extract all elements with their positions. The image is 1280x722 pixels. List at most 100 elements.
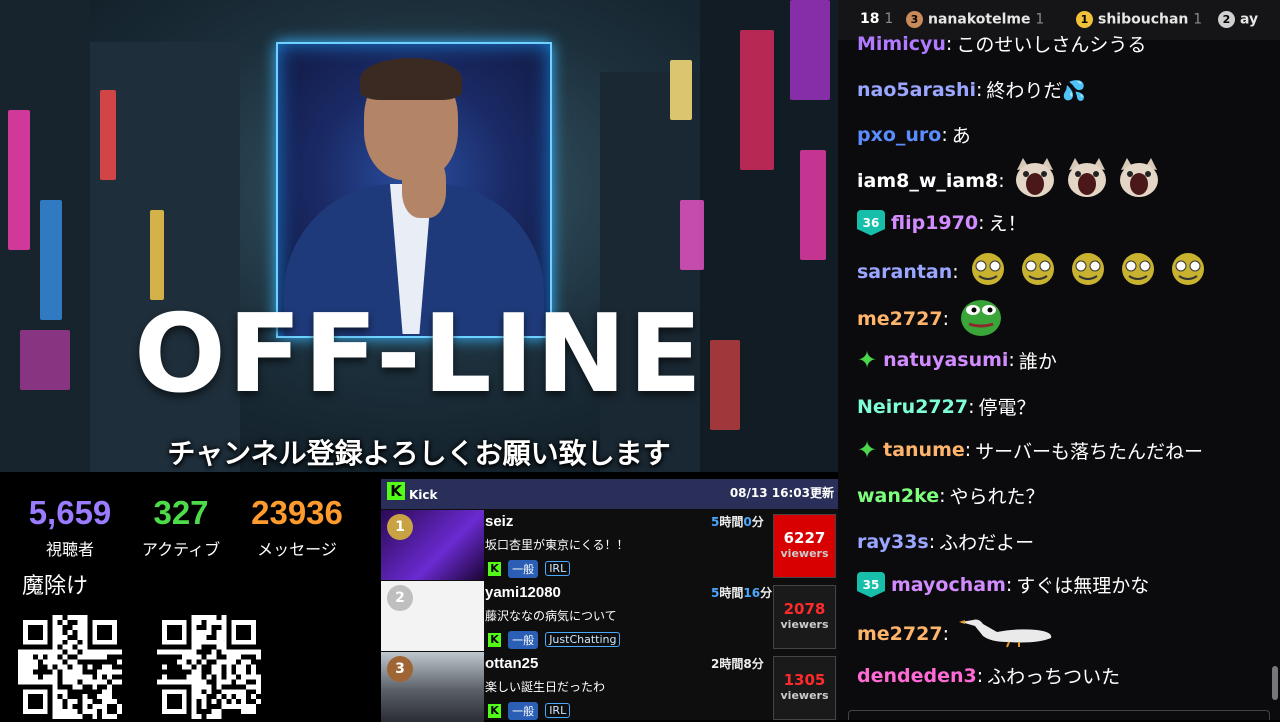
- stat-active: 327 アクティブ: [116, 494, 246, 560]
- chat-username[interactable]: nao5arashi: [857, 79, 976, 101]
- chat-username[interactable]: iam8_w_iam8: [857, 170, 998, 192]
- qr-code-2[interactable]: [157, 615, 261, 719]
- top-gifter-item[interactable]: 1 shibouchan 1: [1076, 11, 1202, 28]
- chat-username[interactable]: flip1970: [891, 212, 978, 234]
- chat-text: やられた？: [949, 486, 1045, 508]
- chat-message: Neiru2727: 停電？: [857, 393, 1036, 420]
- chat-text: すぐは無理かな: [1016, 575, 1150, 597]
- offline-text: OFF-LINE: [133, 292, 705, 417]
- subscriber-badge-icon: 35: [857, 571, 885, 598]
- chat-message: me2727:: [857, 614, 1057, 653]
- chat-text: 停電？: [978, 397, 1036, 419]
- top-gifter-item[interactable]: 2 ay: [1218, 11, 1258, 28]
- stat-active-value: 327: [153, 494, 209, 531]
- kick-small-logo-icon: K: [488, 703, 501, 718]
- offline-banner: OFF-LINE チャンネル登録よろしくお願い致します: [0, 0, 838, 472]
- kick-header: K Kick 08/13 16:03更新: [381, 479, 838, 509]
- cat-emote-icon: [1065, 156, 1109, 205]
- category-tag[interactable]: 一般: [508, 630, 539, 649]
- chat-username[interactable]: pxo_uro: [857, 124, 941, 146]
- chat-username[interactable]: me2727: [857, 308, 943, 330]
- chat-username[interactable]: wan2ke: [857, 485, 939, 507]
- neon-sign: [100, 90, 116, 180]
- sub-tag[interactable]: JustChatting: [545, 632, 621, 647]
- chat-scrollbar[interactable]: [1272, 666, 1278, 700]
- chat-panel: 18 1 3 nanakotelme 1 1 shibouchan 1 2 ay Mi…: [838, 0, 1280, 720]
- rank-coin-icon: 1: [1076, 11, 1093, 28]
- sub-tag[interactable]: IRL: [545, 703, 571, 718]
- chat-username[interactable]: ray33s: [857, 531, 929, 553]
- chat-username[interactable]: mayocham: [891, 574, 1006, 596]
- chat-input[interactable]: [848, 710, 1270, 720]
- stream-title[interactable]: 藤沢ななの病気について: [485, 607, 617, 624]
- stream-title[interactable]: 楽しい誕生日だったわ: [485, 678, 605, 695]
- chat-text: ふわっちついた: [987, 666, 1121, 688]
- chat-message: ✦ natuyasumi: 誰か: [857, 346, 1057, 374]
- amulet-label: 魔除け: [22, 574, 89, 599]
- chat-message: ✦ tanume: サーバーも落ちたんだねー: [857, 436, 1203, 464]
- chat-message: 35 mayocham: すぐは無理かな: [857, 571, 1149, 598]
- chat-username[interactable]: Mimicyu: [857, 33, 946, 55]
- cat-emote-icon: [1117, 156, 1161, 205]
- kick-stream-row[interactable]: 3 ottan25 2時間8分 楽しい誕生日だったわ K 一般 IRL 1305…: [381, 652, 838, 722]
- chat-message: me2727:: [857, 292, 1005, 345]
- banner-subtitle: チャンネル登録よろしくお願い致します: [167, 437, 671, 470]
- kick-title: Kick: [409, 488, 438, 502]
- kick-small-logo-icon: K: [488, 561, 501, 576]
- top-gifter-name: 18: [860, 11, 880, 27]
- neon-sign: [790, 0, 830, 100]
- smile-emote-icon: [967, 248, 1009, 295]
- streamer-name[interactable]: ottan25: [485, 655, 538, 672]
- hand: [402, 154, 446, 218]
- kick-stream-row[interactable]: 1 seiz 5時間0分 坂口杏里が東京にくる！！ K 一般 IRL 6227 …: [381, 510, 838, 580]
- top-gifter-item[interactable]: 3 nanakotelme 1: [906, 11, 1044, 28]
- chat-username[interactable]: me2727: [857, 623, 943, 645]
- sparkle-badge-icon: ✦: [857, 436, 878, 464]
- stream-thumbnail[interactable]: 3: [381, 652, 484, 722]
- chat-username[interactable]: Neiru2727: [857, 396, 968, 418]
- chat-username[interactable]: dendeden3: [857, 665, 977, 687]
- chat-username[interactable]: tanume: [883, 439, 965, 461]
- stat-messages-value: 23936: [251, 494, 343, 531]
- stream-duration: 5時間0分: [711, 515, 764, 529]
- top-gifter-item[interactable]: 18 1: [860, 11, 893, 27]
- chat-message: Mimicyu: このせいしさんシうる: [857, 30, 1146, 57]
- streamer-name[interactable]: yami12080: [485, 584, 561, 601]
- chat-message: iam8_w_iam8:: [857, 156, 1161, 205]
- chat-text: ふわだよー: [939, 532, 1035, 554]
- top-gifter-count: 1: [1035, 11, 1045, 28]
- qr-code-1[interactable]: [18, 615, 122, 719]
- viewer-count: 6227: [783, 529, 826, 547]
- hair: [360, 58, 462, 100]
- top-gifter-count: 1: [1193, 11, 1203, 28]
- kick-stream-row[interactable]: 2 yami12080 5時間16分 藤沢ななの病気について K 一般 Just…: [381, 581, 838, 651]
- kick-small-logo-icon: K: [488, 632, 501, 647]
- stream-duration: 5時間16分: [711, 586, 773, 600]
- smile-emote-icon: [1017, 248, 1059, 295]
- stat-messages-label: メッセージ: [257, 540, 337, 559]
- sparkle-badge-icon: ✦: [857, 346, 878, 374]
- category-tag[interactable]: 一般: [508, 559, 539, 578]
- rank-coin-icon: 2: [1218, 11, 1235, 28]
- viewer-count-box: 1305 viewers: [773, 656, 836, 720]
- neon-sign: [680, 200, 704, 270]
- category-tag[interactable]: 一般: [508, 701, 539, 720]
- pepe-emote-icon: [957, 292, 1005, 345]
- stream-title[interactable]: 坂口杏里が東京にくる！！: [485, 536, 629, 553]
- neon-sign: [150, 210, 164, 300]
- rank-medal-icon: 3: [387, 656, 413, 682]
- chat-username[interactable]: natuyasumi: [883, 349, 1008, 371]
- viewer-label: viewers: [780, 547, 829, 560]
- viewer-count-box: 6227 viewers: [773, 514, 836, 578]
- stream-tags: K 一般 IRL: [488, 700, 571, 720]
- kick-ranking-panel: K Kick 08/13 16:03更新 1 seiz 5時間0分 坂口杏里が東…: [381, 479, 838, 722]
- goose-emote-icon: [957, 614, 1057, 653]
- streamer-name[interactable]: seiz: [485, 513, 513, 530]
- stream-thumbnail[interactable]: 2: [381, 581, 484, 651]
- subscriber-badge-icon: 36: [857, 209, 885, 236]
- stream-thumbnail[interactable]: 1: [381, 510, 484, 580]
- chat-username[interactable]: sarantan: [857, 261, 952, 283]
- top-gifter-name: ay: [1240, 11, 1259, 28]
- chat-message: dendeden3: ふわっちついた: [857, 662, 1120, 689]
- sub-tag[interactable]: IRL: [545, 561, 571, 576]
